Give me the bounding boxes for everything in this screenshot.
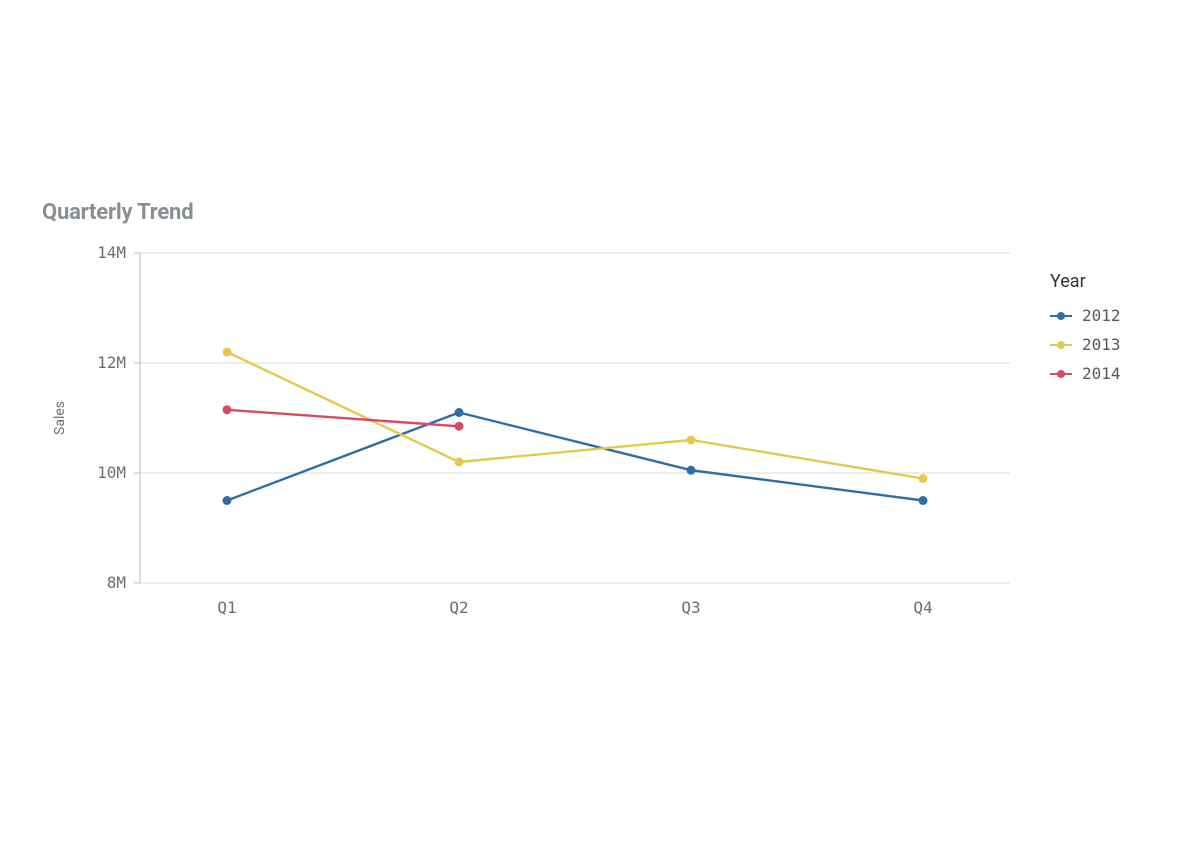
legend-marker-icon	[1050, 369, 1072, 379]
data-point[interactable]	[455, 458, 464, 467]
legend: Year 2012 2013 2014	[1050, 243, 1121, 393]
x-tick-label: Q3	[681, 598, 700, 617]
data-point[interactable]	[687, 466, 696, 475]
series-line-2012	[227, 413, 923, 501]
data-point[interactable]	[455, 422, 464, 431]
data-point[interactable]	[455, 408, 464, 417]
x-tick-label: Q2	[449, 598, 468, 617]
series-line-2013	[227, 352, 923, 479]
y-tick-label: 10M	[97, 463, 126, 482]
data-point[interactable]	[687, 436, 696, 445]
chart-title: Quarterly Trend	[42, 200, 1160, 225]
data-point[interactable]	[223, 348, 232, 357]
y-tick-label: 12M	[97, 353, 126, 372]
legend-item-label: 2013	[1082, 335, 1121, 354]
quarterly-trend-chart: Quarterly Trend 8M 10M 12M 14M Sales Q1 Q2 Q3 Q4…	[40, 200, 1160, 633]
x-tick-label: Q1	[217, 598, 236, 617]
legend-marker-icon	[1050, 311, 1072, 321]
y-axis-title: Sales	[52, 401, 68, 435]
legend-item-label: 2012	[1082, 306, 1121, 325]
chart-plot-area: 8M 10M 12M 14M Sales Q1 Q2 Q3 Q4	[40, 243, 1030, 633]
y-tick-label: 8M	[107, 573, 126, 592]
legend-item-2013[interactable]: 2013	[1050, 335, 1121, 354]
legend-item-2012[interactable]: 2012	[1050, 306, 1121, 325]
legend-title: Year	[1050, 271, 1121, 292]
legend-item-2014[interactable]: 2014	[1050, 364, 1121, 383]
y-tick-label: 14M	[97, 243, 126, 262]
legend-marker-icon	[1050, 340, 1072, 350]
x-tick-label: Q4	[913, 598, 932, 617]
legend-item-label: 2014	[1082, 364, 1121, 383]
data-point[interactable]	[919, 496, 928, 505]
data-point[interactable]	[919, 474, 928, 483]
series-line-2014	[227, 410, 459, 427]
data-point[interactable]	[223, 405, 232, 414]
data-point[interactable]	[223, 496, 232, 505]
